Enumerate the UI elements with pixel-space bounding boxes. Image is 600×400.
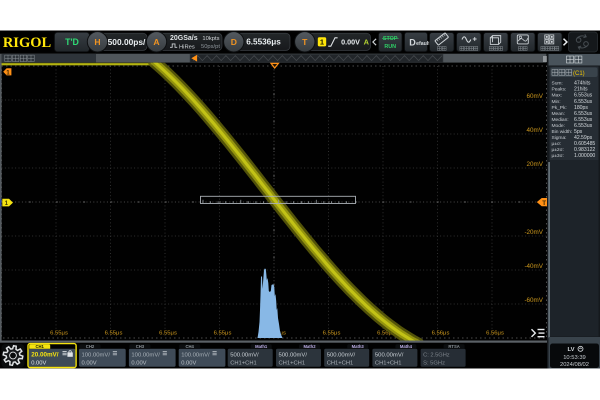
svg-text:0.983122: 0.983122 [574, 147, 595, 153]
svg-text:6.55μs: 6.55μs [214, 331, 232, 337]
svg-text:D: D [231, 37, 237, 47]
svg-text:CH1+CH1: CH1+CH1 [327, 360, 354, 366]
svg-text:2024/08/02: 2024/08/02 [560, 362, 589, 368]
svg-text:50ps/pt: 50ps/pt [201, 44, 220, 50]
svg-text:20mV: 20mV [527, 161, 544, 168]
svg-text:CH1+CH1: CH1+CH1 [230, 360, 257, 366]
svg-text:RIGOL: RIGOL [3, 35, 52, 51]
svg-text:6.553us: 6.553us [574, 123, 593, 129]
svg-text:Mode:: Mode: [552, 123, 565, 129]
svg-text:RUN: RUN [384, 44, 396, 50]
svg-text:Max:: Max: [552, 93, 562, 99]
svg-text:6.56μs: 6.56μs [486, 331, 504, 337]
svg-text:CH1+CH1: CH1+CH1 [279, 360, 306, 366]
svg-text:A: A [364, 38, 370, 47]
svg-text:-40mV: -40mV [524, 263, 543, 270]
svg-text:T'D: T'D [65, 37, 79, 47]
svg-text:40mV: 40mV [527, 127, 544, 134]
svg-text:CH1+CH1: CH1+CH1 [375, 360, 402, 366]
svg-text:10:53:39: 10:53:39 [563, 355, 586, 361]
svg-text:CH2: CH2 [86, 344, 95, 349]
svg-text:(C1): (C1) [573, 71, 585, 77]
svg-text:500.00mV/: 500.00mV/ [279, 353, 308, 359]
svg-text:efault: efault [416, 41, 430, 47]
svg-text:Math4: Math4 [400, 344, 413, 349]
svg-text:21hits: 21hits [574, 87, 588, 93]
svg-text:500.00mV/: 500.00mV/ [230, 353, 259, 359]
svg-text:0.00V: 0.00V [31, 360, 46, 366]
svg-text:1: 1 [320, 37, 324, 46]
svg-text:Min:: Min: [552, 99, 561, 105]
svg-text:Math2: Math2 [303, 344, 316, 349]
svg-text:100.00mV/: 100.00mV/ [181, 353, 210, 359]
svg-text:C: 2.5GHz: C: 2.5GHz [423, 353, 450, 359]
svg-text:Mean:: Mean: [552, 111, 565, 117]
svg-text:CH1: CH1 [36, 344, 45, 349]
svg-text:STOP: STOP [383, 36, 398, 42]
svg-text:Peaks:: Peaks: [552, 87, 567, 93]
svg-text:RTSA: RTSA [448, 344, 459, 349]
svg-text:500.00mV/: 500.00mV/ [327, 353, 356, 359]
svg-text:Median:: Median: [552, 117, 569, 123]
svg-text:6.553us: 6.553us [574, 111, 593, 117]
svg-text:0.00V: 0.00V [341, 38, 360, 47]
svg-text:0.00V: 0.00V [181, 360, 196, 366]
svg-text:A: A [153, 37, 159, 47]
svg-text:1: 1 [6, 69, 10, 76]
svg-text:6.553us: 6.553us [574, 93, 593, 99]
svg-text:Sum:: Sum: [552, 81, 563, 87]
svg-text:100.00mV/: 100.00mV/ [82, 353, 111, 359]
svg-text:0.00V: 0.00V [82, 360, 97, 366]
svg-text:6.55μs: 6.55μs [323, 331, 341, 337]
svg-text:H: H [94, 37, 100, 47]
svg-text:6.55μs: 6.55μs [159, 331, 177, 337]
svg-text:Math3: Math3 [352, 344, 365, 349]
svg-text:μ±2σ:: μ±2σ: [552, 147, 564, 153]
svg-text:T: T [302, 37, 308, 47]
svg-text:CH3: CH3 [136, 344, 145, 349]
svg-text:Math1: Math1 [255, 344, 268, 349]
svg-text:42.59ps: 42.59ps [574, 135, 593, 141]
svg-text:500.00ps/: 500.00ps/ [108, 37, 146, 47]
svg-text:HiRes: HiRes [179, 44, 195, 50]
svg-text:1.000000: 1.000000 [574, 153, 595, 159]
svg-text:6.55μs: 6.55μs [105, 331, 123, 337]
svg-text:100.00mV/: 100.00mV/ [131, 353, 160, 359]
svg-text:Pk_Pk:: Pk_Pk: [552, 105, 567, 111]
svg-text:60mV: 60mV [527, 93, 544, 100]
svg-text:μ±3σ:: μ±3σ: [552, 153, 564, 159]
svg-text:20.00mV/: 20.00mV/ [31, 352, 59, 359]
svg-text:1: 1 [5, 200, 9, 207]
svg-text:Sigma:: Sigma: [552, 135, 567, 141]
svg-text:6.56μs: 6.56μs [432, 331, 450, 337]
svg-text:CH4: CH4 [186, 344, 195, 349]
svg-text:μ±σ:: μ±σ: [552, 141, 562, 147]
svg-text:0.00V: 0.00V [131, 360, 146, 366]
svg-text:Bin width:: Bin width: [552, 129, 573, 135]
svg-text:20GSa/s: 20GSa/s [170, 35, 198, 42]
svg-text:-20mV: -20mV [524, 229, 543, 236]
svg-text:S: 5GHz: S: 5GHz [423, 360, 445, 366]
svg-text:-60mV: -60mV [524, 297, 543, 304]
svg-text:6.55μs: 6.55μs [50, 331, 68, 337]
svg-text:LV: LV [568, 347, 575, 353]
svg-text:10kpts: 10kpts [202, 36, 219, 42]
svg-text:500.00mV/: 500.00mV/ [375, 353, 404, 359]
svg-text:T: T [542, 200, 546, 207]
svg-text:6.5536μs: 6.5536μs [246, 38, 281, 47]
